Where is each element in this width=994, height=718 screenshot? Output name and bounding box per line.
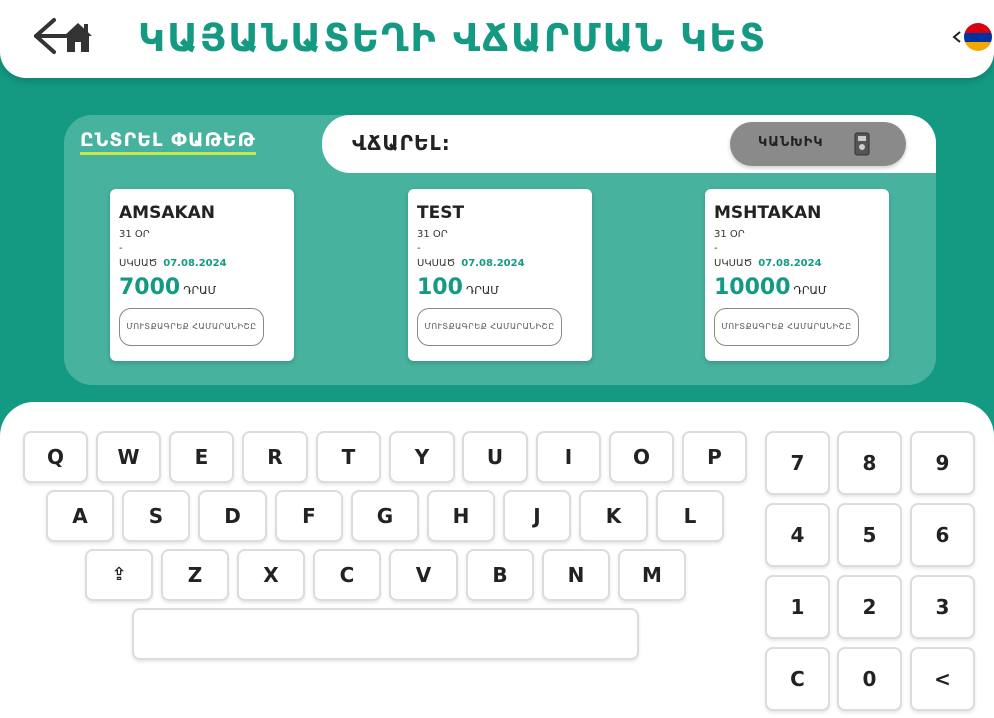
package-duration: 31 ՕՐ — [417, 229, 448, 240]
key-f[interactable]: F — [275, 490, 343, 542]
select-package-tab[interactable]: ԸՆՏՐԵԼ ՓԱԹԵԹ — [80, 129, 256, 155]
key-4[interactable]: 4 — [765, 503, 830, 567]
home-icon — [64, 23, 92, 52]
key-3[interactable]: 3 — [910, 575, 975, 639]
start-label: ՍԿՍԱԾ — [714, 258, 753, 269]
key-c[interactable]: C — [313, 549, 381, 601]
key-x[interactable]: X — [237, 549, 305, 601]
key-y[interactable]: Y — [389, 431, 455, 483]
key-l[interactable]: L — [656, 490, 724, 542]
key-q[interactable]: Q — [23, 431, 88, 483]
package-price: 7000 ԴՐԱՄ — [119, 275, 216, 300]
key-6[interactable]: 6 — [910, 503, 975, 567]
cash-terminal-icon — [854, 132, 870, 156]
start-date: 07.08.2024 — [461, 258, 525, 269]
key-h[interactable]: H — [427, 490, 495, 542]
price-amount: 100 — [417, 275, 463, 300]
key-t[interactable]: T — [316, 431, 381, 483]
key-z[interactable]: Z — [161, 549, 229, 601]
enter-plate-button[interactable]: ՄՈՒՏՔԱԳՐԵՔ ՀԱՄԱՐԱՆԻՇԸ — [714, 308, 859, 346]
price-currency: ԴՐԱՄ — [793, 284, 827, 297]
arrow-left-icon — [34, 18, 92, 54]
armenian-flag-icon — [952, 23, 992, 51]
on-screen-keyboard: Q W E R T Y U I O P A S D F G H J K L ⇪ … — [0, 402, 994, 718]
key-r[interactable]: R — [242, 431, 308, 483]
package-dash: - — [417, 243, 421, 254]
price-amount: 7000 — [119, 275, 181, 300]
enter-plate-button[interactable]: ՄՈՒՏՔԱԳՐԵՔ ՀԱՄԱՐԱՆԻՇԸ — [417, 308, 562, 346]
key-8[interactable]: 8 — [837, 431, 902, 495]
key-9[interactable]: 9 — [910, 431, 975, 495]
package-dash: - — [714, 243, 718, 254]
key-n[interactable]: N — [542, 549, 610, 601]
key-b[interactable]: B — [466, 549, 534, 601]
price-amount: 10000 — [714, 275, 791, 300]
back-home-button[interactable] — [30, 16, 96, 56]
backspace-key[interactable]: < — [910, 647, 975, 711]
price-currency: ԴՐԱՄ — [465, 284, 499, 297]
payment-bar: ՎՃԱՐԵԼ: ԿԱՆԽԻԿ — [322, 115, 936, 173]
start-date: 07.08.2024 — [163, 258, 227, 269]
key-i[interactable]: I — [536, 431, 601, 483]
package-duration: 31 ՕՐ — [119, 229, 150, 240]
shift-key[interactable]: ⇪ — [85, 549, 153, 601]
package-dash: - — [119, 243, 123, 254]
key-w[interactable]: W — [96, 431, 161, 483]
key-7[interactable]: 7 — [765, 431, 830, 495]
header-bar: ԿԱՅԱՆԱՏԵՂԻ ՎՃԱՐՄԱՆ ԿԵՏ — [0, 0, 994, 78]
package-card[interactable]: MSHTAKAN 31 ՕՐ - ՍԿՍԱԾ 07.08.2024 10000 ԴՐ… — [705, 189, 889, 361]
cash-button[interactable]: ԿԱՆԽԻԿ — [730, 122, 906, 166]
enter-plate-button[interactable]: ՄՈՒՏՔԱԳՐԵՔ ՀԱՄԱՐԱՆԻՇԸ — [119, 308, 264, 346]
start-label: ՍԿՍԱԾ — [417, 258, 456, 269]
start-label: ՍԿՍԱԾ — [119, 258, 158, 269]
key-5[interactable]: 5 — [837, 503, 902, 567]
key-p[interactable]: P — [682, 431, 747, 483]
package-start: ՍԿՍԱԾ 07.08.2024 — [417, 258, 525, 269]
page-title: ԿԱՅԱՆԱՏԵՂԻ ՎՃԱՐՄԱՆ ԿԵՏ — [138, 16, 768, 60]
key-m[interactable]: M — [618, 549, 686, 601]
key-g[interactable]: G — [351, 490, 419, 542]
package-card[interactable]: TEST 31 ՕՐ - ՍԿՍԱԾ 07.08.2024 100 ԴՐԱՄ ՄՈՒ… — [408, 189, 592, 361]
cash-button-label: ԿԱՆԽԻԿ — [758, 135, 824, 150]
package-price: 10000 ԴՐԱՄ — [714, 275, 827, 300]
clear-key[interactable]: C — [765, 647, 830, 711]
pay-label: ՎՃԱՐԵԼ: — [352, 131, 451, 155]
key-k[interactable]: K — [579, 490, 648, 542]
key-d[interactable]: D — [198, 490, 267, 542]
package-panel: ԸՆՏՐԵԼ ՓԱԹԵԹ ՎՃԱՐԵԼ: ԿԱՆԽԻԿ AMSAKAN 31 Օ… — [64, 115, 936, 385]
key-u[interactable]: U — [462, 431, 528, 483]
key-e[interactable]: E — [169, 431, 234, 483]
key-j[interactable]: J — [503, 490, 571, 542]
package-name: AMSAKAN — [119, 203, 216, 223]
package-start: ՍԿՍԱԾ 07.08.2024 — [714, 258, 822, 269]
package-duration: 31 ՕՐ — [714, 229, 745, 240]
key-0[interactable]: 0 — [837, 647, 902, 711]
key-o[interactable]: O — [609, 431, 674, 483]
package-price: 100 ԴՐԱՄ — [417, 275, 499, 300]
key-2[interactable]: 2 — [837, 575, 902, 639]
price-currency: ԴՐԱՄ — [183, 284, 217, 297]
key-v[interactable]: V — [389, 549, 458, 601]
start-date: 07.08.2024 — [758, 258, 822, 269]
package-card[interactable]: AMSAKAN 31 ՕՐ - ՍԿՍԱԾ 07.08.2024 7000 ԴՐԱՄ… — [110, 189, 294, 361]
key-1[interactable]: 1 — [765, 575, 830, 639]
key-a[interactable]: A — [46, 490, 114, 542]
package-name: MSHTAKAN — [714, 203, 822, 223]
key-s[interactable]: S — [122, 490, 190, 542]
package-name: TEST — [417, 203, 465, 223]
language-button[interactable] — [950, 22, 994, 52]
package-start: ՍԿՍԱԾ 07.08.2024 — [119, 258, 227, 269]
space-key[interactable] — [132, 608, 639, 660]
